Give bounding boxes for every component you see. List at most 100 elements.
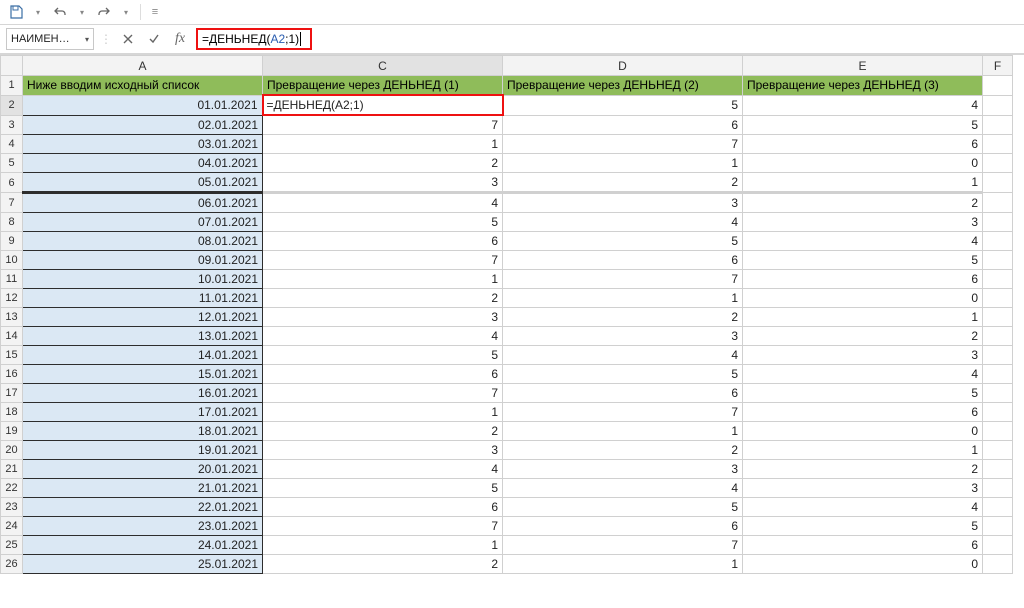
column-header-A[interactable]: A <box>23 56 263 76</box>
cell-A21[interactable]: 20.01.2021 <box>23 460 263 479</box>
cell-C13[interactable]: 3 <box>263 308 503 327</box>
cell-D1[interactable]: Превращение через ДЕНЬНЕД (2) <box>503 76 743 96</box>
row-header[interactable]: 9 <box>1 232 23 251</box>
cell-F1[interactable] <box>983 76 1013 96</box>
cell-F2[interactable] <box>983 95 1013 115</box>
cell-C2[interactable]: =ДЕНЬНЕД(A2;1) <box>263 95 503 115</box>
cell-D20[interactable]: 2 <box>503 441 743 460</box>
row-header[interactable]: 21 <box>1 460 23 479</box>
row-header[interactable]: 19 <box>1 422 23 441</box>
cell-C4[interactable]: 1 <box>263 135 503 154</box>
cell-C8[interactable]: 5 <box>263 213 503 232</box>
cell-F9[interactable] <box>983 232 1013 251</box>
cell-E17[interactable]: 5 <box>743 384 983 403</box>
row-header[interactable]: 14 <box>1 327 23 346</box>
cell-F11[interactable] <box>983 270 1013 289</box>
cell-D15[interactable]: 4 <box>503 346 743 365</box>
cell-D13[interactable]: 2 <box>503 308 743 327</box>
cell-F25[interactable] <box>983 536 1013 555</box>
row-header[interactable]: 3 <box>1 115 23 135</box>
cell-A6[interactable]: 05.01.2021 <box>23 173 263 193</box>
cell-E2[interactable]: 4 <box>743 95 983 115</box>
cell-A25[interactable]: 24.01.2021 <box>23 536 263 555</box>
cell-F19[interactable] <box>983 422 1013 441</box>
insert-function-button[interactable]: fx <box>170 29 190 49</box>
cell-D16[interactable]: 5 <box>503 365 743 384</box>
cell-E1[interactable]: Превращение через ДЕНЬНЕД (3) <box>743 76 983 96</box>
cell-D9[interactable]: 5 <box>503 232 743 251</box>
cell-C12[interactable]: 2 <box>263 289 503 308</box>
cell-C1[interactable]: Превращение через ДЕНЬНЕД (1) <box>263 76 503 96</box>
cell-E24[interactable]: 5 <box>743 517 983 536</box>
cell-A24[interactable]: 23.01.2021 <box>23 517 263 536</box>
cell-E3[interactable]: 5 <box>743 115 983 135</box>
cell-F22[interactable] <box>983 479 1013 498</box>
row-header[interactable]: 4 <box>1 135 23 154</box>
row-header[interactable]: 5 <box>1 154 23 173</box>
cell-F7[interactable] <box>983 193 1013 213</box>
cell-C22[interactable]: 5 <box>263 479 503 498</box>
cell-E7[interactable]: 2 <box>743 193 983 213</box>
cell-F10[interactable] <box>983 251 1013 270</box>
row-header[interactable]: 10 <box>1 251 23 270</box>
cell-E11[interactable]: 6 <box>743 270 983 289</box>
cell-D7[interactable]: 3 <box>503 193 743 213</box>
cell-F8[interactable] <box>983 213 1013 232</box>
cell-D25[interactable]: 7 <box>503 536 743 555</box>
cell-E22[interactable]: 3 <box>743 479 983 498</box>
column-header-D[interactable]: D <box>503 56 743 76</box>
row-header[interactable]: 11 <box>1 270 23 289</box>
cell-F12[interactable] <box>983 289 1013 308</box>
cell-D24[interactable]: 6 <box>503 517 743 536</box>
cell-D11[interactable]: 7 <box>503 270 743 289</box>
cell-C14[interactable]: 4 <box>263 327 503 346</box>
cell-C3[interactable]: 7 <box>263 115 503 135</box>
cell-F16[interactable] <box>983 365 1013 384</box>
cell-C25[interactable]: 1 <box>263 536 503 555</box>
cell-E25[interactable]: 6 <box>743 536 983 555</box>
row-header[interactable]: 22 <box>1 479 23 498</box>
cell-A8[interactable]: 07.01.2021 <box>23 213 263 232</box>
cell-A4[interactable]: 03.01.2021 <box>23 135 263 154</box>
cell-A20[interactable]: 19.01.2021 <box>23 441 263 460</box>
cell-D4[interactable]: 7 <box>503 135 743 154</box>
cell-E4[interactable]: 6 <box>743 135 983 154</box>
row-header[interactable]: 13 <box>1 308 23 327</box>
cell-F17[interactable] <box>983 384 1013 403</box>
cell-E16[interactable]: 4 <box>743 365 983 384</box>
cell-E5[interactable]: 0 <box>743 154 983 173</box>
cell-A11[interactable]: 10.01.2021 <box>23 270 263 289</box>
row-header[interactable]: 8 <box>1 213 23 232</box>
cell-C23[interactable]: 6 <box>263 498 503 517</box>
cell-D26[interactable]: 1 <box>503 555 743 574</box>
cell-A26[interactable]: 25.01.2021 <box>23 555 263 574</box>
cell-C16[interactable]: 6 <box>263 365 503 384</box>
cell-A14[interactable]: 13.01.2021 <box>23 327 263 346</box>
cell-C7[interactable]: 4 <box>263 193 503 213</box>
cell-E14[interactable]: 2 <box>743 327 983 346</box>
cell-C24[interactable]: 7 <box>263 517 503 536</box>
customize-qat-icon[interactable]: ≡ <box>147 4 163 20</box>
cell-C20[interactable]: 3 <box>263 441 503 460</box>
cell-E13[interactable]: 1 <box>743 308 983 327</box>
cell-E9[interactable]: 4 <box>743 232 983 251</box>
row-header[interactable]: 24 <box>1 517 23 536</box>
cell-C18[interactable]: 1 <box>263 403 503 422</box>
cell-A7[interactable]: 06.01.2021 <box>23 193 263 213</box>
row-header[interactable]: 12 <box>1 289 23 308</box>
cell-F6[interactable] <box>983 173 1013 193</box>
cell-D12[interactable]: 1 <box>503 289 743 308</box>
cell-E20[interactable]: 1 <box>743 441 983 460</box>
cell-E23[interactable]: 4 <box>743 498 983 517</box>
cell-A1[interactable]: Ниже вводим исходный список <box>23 76 263 96</box>
cell-A15[interactable]: 14.01.2021 <box>23 346 263 365</box>
save-icon[interactable] <box>8 4 24 20</box>
cell-F4[interactable] <box>983 135 1013 154</box>
cell-A22[interactable]: 21.01.2021 <box>23 479 263 498</box>
cell-C26[interactable]: 2 <box>263 555 503 574</box>
cell-A3[interactable]: 02.01.2021 <box>23 115 263 135</box>
cell-D5[interactable]: 1 <box>503 154 743 173</box>
row-header[interactable]: 2 <box>1 95 23 115</box>
cell-C19[interactable]: 2 <box>263 422 503 441</box>
cell-C11[interactable]: 1 <box>263 270 503 289</box>
